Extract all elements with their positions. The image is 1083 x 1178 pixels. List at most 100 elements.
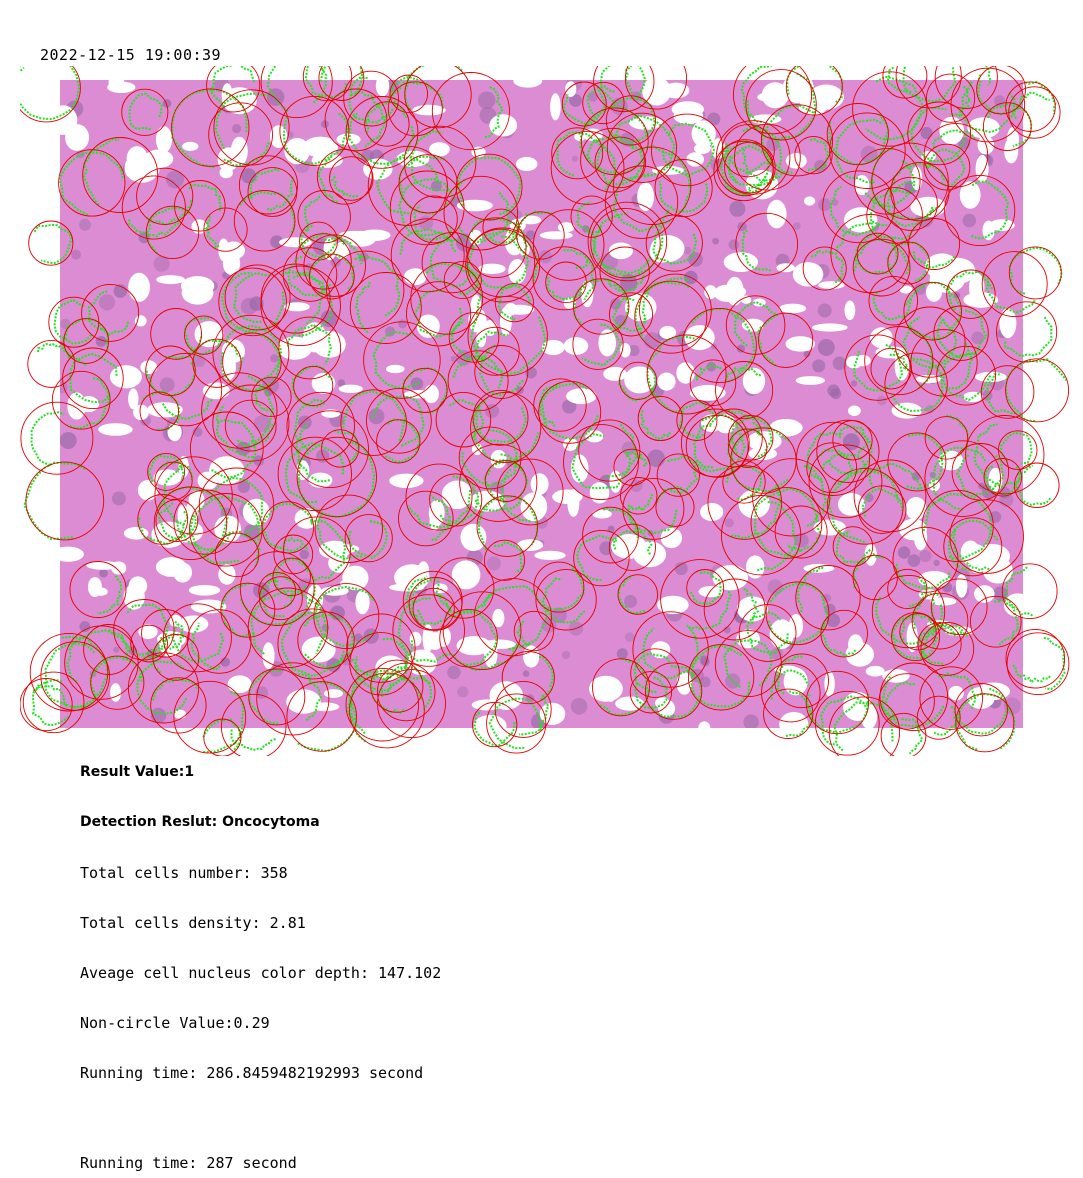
lumen-space — [375, 80, 390, 97]
nucleus-mark — [270, 354, 279, 363]
nucleus-mark — [832, 356, 847, 371]
lumen-space — [456, 636, 491, 656]
nucleus-mark — [624, 594, 637, 608]
lumen-space — [689, 384, 726, 401]
nucleus-mark — [860, 145, 878, 163]
nucleus-mark — [561, 650, 571, 660]
detection-overlay-svg — [20, 66, 1070, 756]
lumen-space — [513, 80, 543, 88]
nucleus-mark — [743, 714, 759, 728]
lumen-space — [460, 523, 487, 552]
nucleus-mark — [193, 355, 206, 368]
lumen-space — [940, 257, 976, 284]
nucleus-mark — [95, 336, 107, 347]
lumen-space — [227, 675, 252, 693]
cell-detection-image — [20, 66, 1083, 756]
lumen-space — [795, 376, 825, 385]
nucleus-mark — [712, 237, 719, 245]
lumen-space — [128, 272, 150, 302]
lumen-space — [776, 263, 795, 273]
running-time-precise-label: Running time: 286.8459482192993 second — [80, 1064, 424, 1082]
lumen-space — [955, 574, 968, 598]
lumen-space — [324, 689, 343, 698]
lumen-space — [110, 683, 122, 702]
nucleus-mark — [477, 91, 496, 110]
lumen-space — [757, 92, 777, 102]
lumen-space — [182, 141, 199, 151]
lumen-space — [508, 259, 527, 284]
nucleus-mark — [299, 549, 310, 560]
timestamp: 2022-12-15 19:00:39 — [40, 46, 222, 64]
total-cells-label: Total cells number: 358 — [80, 864, 288, 882]
color-depth-label: Aveage cell nucleus color depth: 147.102 — [80, 964, 442, 982]
nucleus-mark — [737, 221, 747, 232]
lumen-space — [60, 546, 84, 562]
nucleus-mark — [933, 559, 940, 567]
lumen-space — [812, 323, 848, 332]
lumen-space — [723, 252, 758, 272]
result-value-label: Result Value:1 — [80, 764, 195, 780]
cell-contour — [30, 411, 65, 466]
nucleus-mark — [60, 432, 77, 449]
lumen-space — [156, 275, 186, 285]
nucleus-mark — [792, 222, 801, 231]
nucleus-mark — [99, 568, 108, 578]
nucleus-mark — [830, 388, 842, 400]
nucleus-mark — [842, 433, 860, 451]
lumen-space — [107, 81, 136, 93]
nucleus-mark — [522, 670, 530, 677]
lumen-space — [779, 303, 807, 314]
nucleus-mark — [457, 686, 469, 698]
nucleus-mark — [728, 239, 740, 250]
detection-result-label: Detection Reslut: Oncocytoma — [80, 814, 320, 830]
nucleus-mark — [98, 294, 116, 311]
lumen-space — [355, 590, 370, 615]
lumen-space — [230, 136, 248, 166]
nucleus-mark — [725, 673, 741, 689]
nucleus-mark — [486, 556, 501, 571]
lumen-space — [338, 384, 363, 393]
lumen-space — [926, 282, 942, 302]
lumen-space — [109, 365, 142, 389]
nucleus-mark — [111, 491, 126, 506]
lumen-space — [550, 93, 561, 121]
nucleus-mark — [688, 252, 703, 267]
lumen-space — [698, 586, 724, 598]
lumen-space — [592, 509, 612, 519]
nucleus-mark — [919, 549, 932, 563]
cell-density-label: Total cells density: 2.81 — [80, 914, 306, 932]
nucleus-mark — [994, 95, 1006, 107]
lumen-space — [686, 152, 704, 167]
lumen-space — [785, 336, 816, 352]
lumen-space — [732, 286, 746, 297]
lumen-space — [848, 405, 861, 417]
lumen-space — [715, 414, 736, 434]
lumen-space — [404, 390, 433, 399]
nucleus-mark — [159, 377, 175, 393]
lumen-space — [655, 697, 670, 709]
lumen-space — [191, 219, 208, 234]
lumen-space — [624, 366, 656, 394]
nucleus-mark — [71, 249, 81, 260]
nucleus-mark — [616, 648, 628, 660]
nucleus-mark — [817, 303, 832, 318]
nucleus-mark — [410, 377, 424, 391]
lumen-space — [844, 300, 856, 321]
lumen-space — [218, 238, 230, 262]
lumen-space — [818, 281, 845, 290]
nucleus-mark — [729, 200, 746, 217]
lumen-space — [134, 315, 147, 327]
lumen-space — [608, 242, 634, 260]
running-time-rounded-label: Running time: 287 second — [80, 1154, 297, 1172]
nucleus-mark — [232, 124, 242, 134]
nucleus-mark — [907, 554, 921, 567]
lumen-space — [534, 550, 566, 560]
lumen-space — [197, 471, 218, 490]
lumen-space — [489, 114, 518, 137]
lumen-space — [539, 231, 573, 240]
lumen-space — [657, 372, 676, 391]
lumen-space — [712, 565, 749, 591]
lumen-space — [748, 447, 777, 461]
lumen-space — [94, 587, 108, 596]
lumen-space — [837, 493, 865, 516]
